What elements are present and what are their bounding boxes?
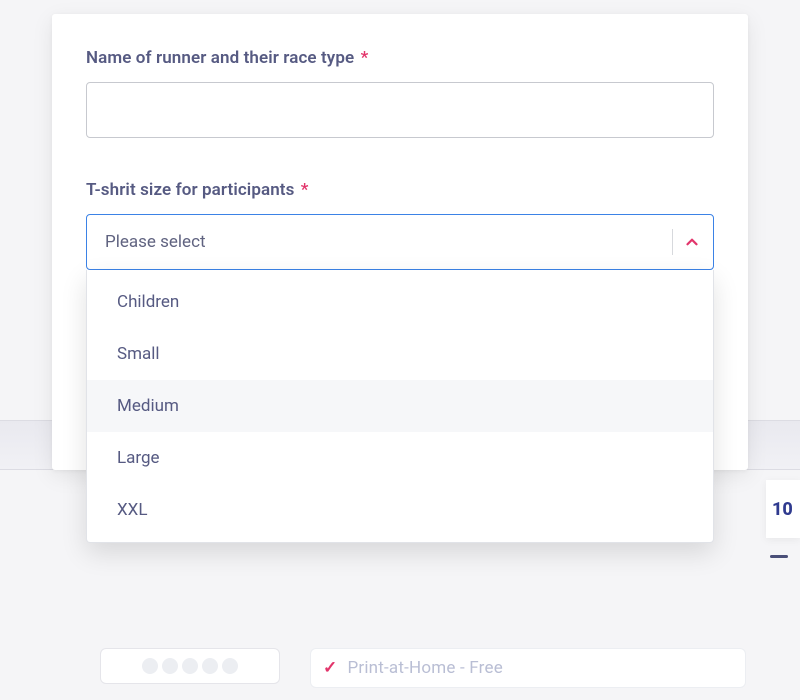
background-dash — [770, 555, 788, 558]
background-bottom-row: ✓ Print-at-Home - Free — [100, 648, 746, 696]
tshirt-option[interactable]: Large — [87, 432, 713, 484]
form-card: Name of runner and their race type * T-s… — [52, 14, 748, 470]
field-runner: Name of runner and their race type * — [86, 48, 714, 138]
runner-input[interactable] — [86, 82, 714, 138]
tshirt-label: T-shrit size for participants * — [86, 180, 714, 200]
tshirt-option[interactable]: Medium — [87, 380, 713, 432]
background-right-fragment: 10 — [766, 480, 800, 538]
check-icon: ✓ — [323, 658, 337, 678]
chevron-up-icon — [683, 233, 701, 251]
tshirt-option[interactable]: XXL — [87, 484, 713, 536]
tshirt-dropdown-menu: ChildrenSmallMediumLargeXXL — [86, 270, 714, 543]
required-marker: * — [301, 180, 309, 200]
delivery-option-label: Print-at-Home - Free — [347, 658, 502, 678]
tshirt-select-control[interactable]: Please select — [86, 214, 714, 270]
runner-label-text: Name of runner and their race type — [86, 48, 354, 68]
tshirt-label-text: T-shrit size for participants — [86, 180, 294, 200]
select-separator — [672, 229, 673, 255]
delivery-option-ghost: ✓ Print-at-Home - Free — [310, 648, 746, 688]
field-tshirt: T-shrit size for participants * Please s… — [86, 180, 714, 270]
tshirt-select-value: Please select — [105, 232, 666, 252]
quantity-stepper-ghost — [100, 648, 280, 684]
runner-label: Name of runner and their race type * — [86, 48, 714, 68]
required-marker: * — [361, 48, 369, 68]
tshirt-option[interactable]: Children — [87, 276, 713, 328]
tshirt-select[interactable]: Please select ChildrenSmallMediumLargeXX… — [86, 214, 714, 270]
tshirt-option[interactable]: Small — [87, 328, 713, 380]
